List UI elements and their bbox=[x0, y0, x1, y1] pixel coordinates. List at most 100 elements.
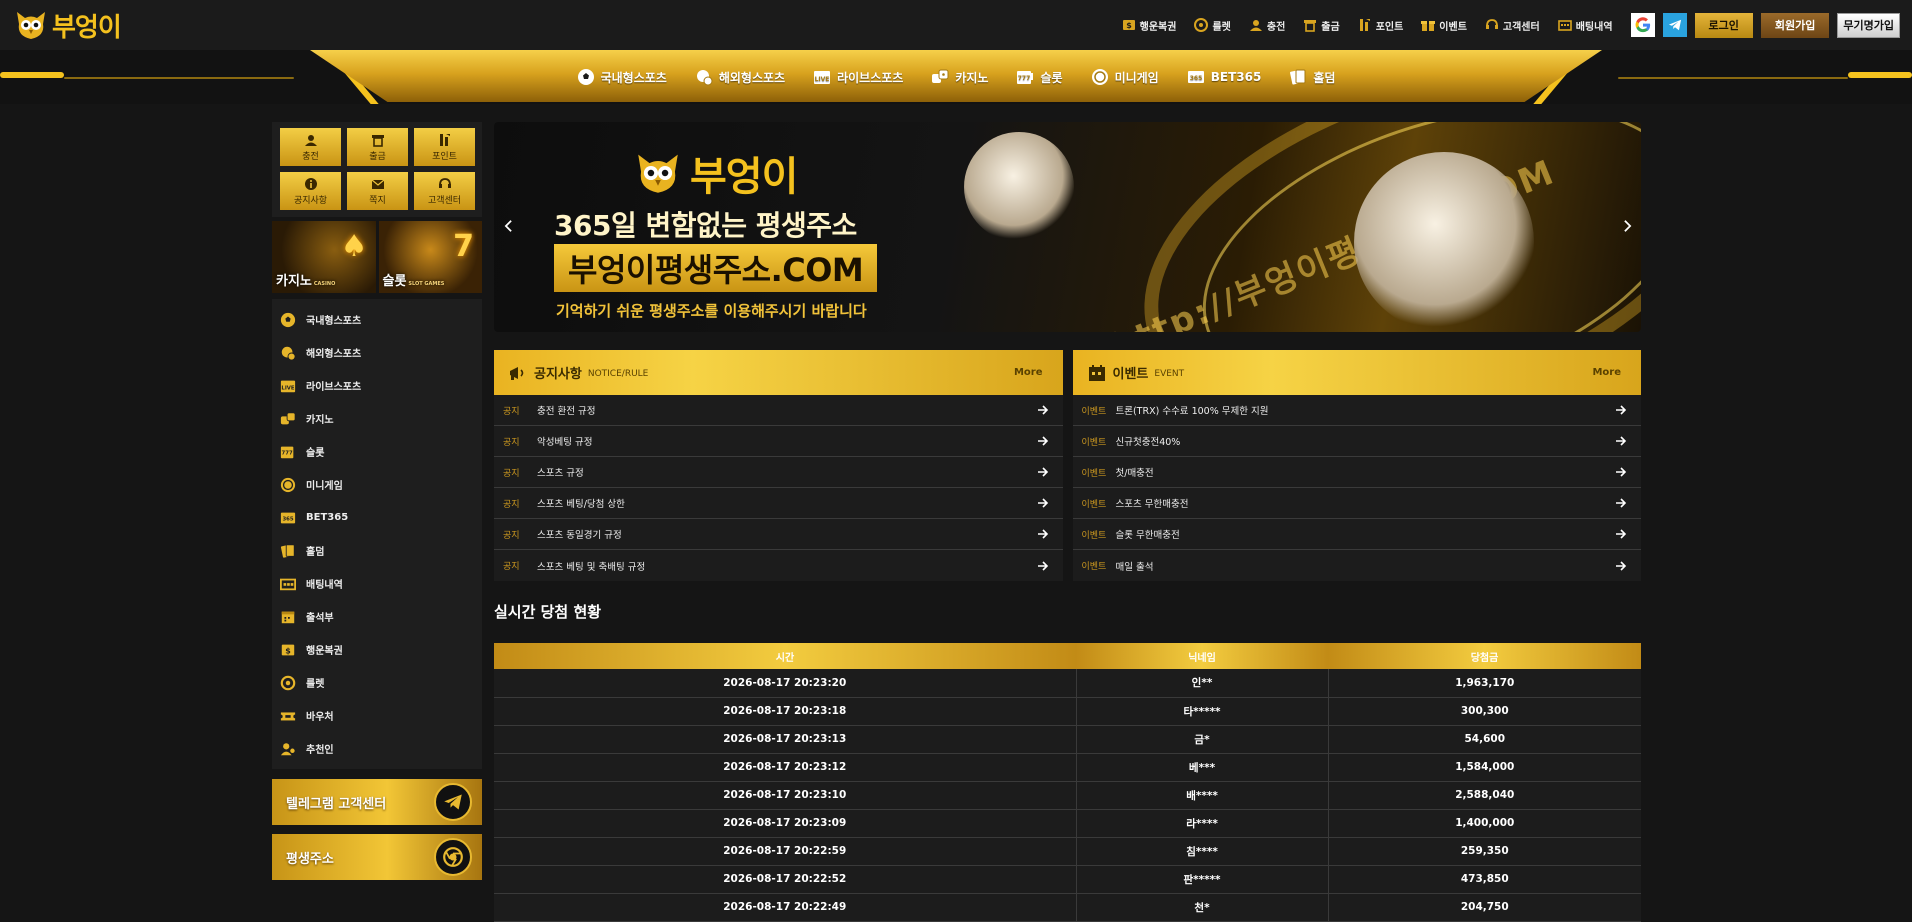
nav-label: 해외형스포츠 bbox=[718, 70, 786, 85]
sidebar-item-slot[interactable]: 777 슬롯 bbox=[272, 435, 482, 468]
calendar-event-icon bbox=[1087, 363, 1107, 383]
svg-text:777: 777 bbox=[282, 450, 293, 456]
nav-domestic-sports[interactable]: 국내형스포츠 bbox=[577, 68, 667, 86]
top-menu-deposit[interactable]: 충전 bbox=[1249, 18, 1285, 33]
owl-logo-icon bbox=[634, 151, 682, 195]
top-menu-withdraw[interactable]: 출금 bbox=[1303, 18, 1340, 33]
sidebar-item-holdem[interactable]: 홀덤 bbox=[272, 534, 482, 567]
slot-banner[interactable]: 7 슬롯 SLOT GAMES bbox=[378, 221, 482, 293]
hero-banner[interactable]: http://부엉이평생주소.COM 부엉이 365일 변함없는 평생주소 부엉… bbox=[494, 122, 1641, 332]
quick-notice-button[interactable]: 공지사항 bbox=[280, 172, 341, 210]
nav-live-sports[interactable]: LIVE 라이브스포츠 bbox=[813, 68, 903, 86]
notice-row[interactable]: 공지 스포츠 베팅/당첨 상한 bbox=[494, 488, 1063, 519]
signup-button[interactable]: 회원가입 bbox=[1760, 12, 1830, 38]
chevron-left-icon bbox=[504, 220, 512, 232]
sidebar-item-minigame[interactable]: 미니게임 bbox=[272, 468, 482, 501]
slot-seven-icon: 7 bbox=[453, 229, 474, 264]
sidebar-item-label: 배팅내역 bbox=[306, 580, 343, 591]
notice-more-link[interactable]: More bbox=[1014, 367, 1043, 378]
top-menu-support[interactable]: 고객센터 bbox=[1485, 18, 1540, 33]
notice-row[interactable]: 공지 스포츠 베팅 및 축배팅 규정 bbox=[494, 550, 1063, 581]
sidebar-item-casino[interactable]: 카지노 bbox=[272, 402, 482, 435]
event-more-link[interactable]: More bbox=[1592, 367, 1621, 378]
cell-nickname: 타***** bbox=[1075, 697, 1328, 726]
roulette-icon bbox=[280, 675, 296, 691]
event-row[interactable]: 이벤트 첫/매충전 bbox=[1072, 457, 1641, 488]
hero-prev-button[interactable] bbox=[500, 217, 516, 235]
event-row[interactable]: 이벤트 매일 출석 bbox=[1073, 550, 1642, 581]
sidebar-item-domestic-sports[interactable]: 국내형스포츠 bbox=[272, 303, 482, 336]
event-row[interactable]: 이벤트 트론(TRX) 수수료 100% 무제한 지원 bbox=[1072, 395, 1641, 426]
nav-overseas-sports[interactable]: 해외형스포츠 bbox=[695, 68, 785, 86]
top-menu-lottery[interactable]: $ 행운복권 bbox=[1122, 18, 1176, 33]
sidebar-item-betting-history[interactable]: 배팅내역 bbox=[272, 567, 482, 600]
top-menu-label: 고객센터 bbox=[1502, 21, 1540, 33]
sidebar-item-label: 룰렛 bbox=[306, 679, 325, 690]
coin-icon bbox=[1091, 68, 1109, 86]
globe-sports-icon bbox=[280, 345, 296, 361]
nav-bet365[interactable]: 365 BET365 bbox=[1187, 68, 1261, 86]
nav-items: 국내형스포츠 해외형스포츠 LIVE 라이브스포츠 카지노 777 슬롯 미니게… bbox=[0, 50, 1912, 104]
row-text: 스포츠 동일경기 규정 bbox=[537, 530, 622, 541]
nav-minigame[interactable]: 미니게임 bbox=[1091, 68, 1159, 86]
top-menu-label: 이벤트 bbox=[1439, 21, 1467, 33]
lottery-icon: $ bbox=[280, 642, 296, 658]
row-tag: 이벤트 bbox=[1081, 562, 1107, 572]
notice-row[interactable]: 공지 충전 환전 규정 bbox=[494, 395, 1063, 426]
sidebar-item-overseas-sports[interactable]: 해외형스포츠 bbox=[272, 336, 482, 369]
event-row[interactable]: 이벤트 신규첫충전40% bbox=[1072, 426, 1641, 457]
table-row: 2026-08-17 20:23:12 베*** 1,584,000 bbox=[494, 753, 1641, 782]
live-icon: LIVE bbox=[280, 378, 296, 394]
sidebar-item-lottery[interactable]: $ 행운복권 bbox=[272, 633, 482, 666]
nav-casino[interactable]: 카지노 bbox=[931, 68, 988, 86]
quick-message-button[interactable]: 쪽지 bbox=[347, 172, 408, 210]
coin-icon bbox=[280, 477, 296, 493]
sidebar-item-live-sports[interactable]: LIVE 라이브스포츠 bbox=[272, 369, 482, 402]
quick-label: 충전 bbox=[302, 151, 319, 162]
cell-nickname: 인** bbox=[1075, 669, 1328, 698]
row-text: 슬롯 무한매충전 bbox=[1115, 530, 1180, 541]
table-row: 2026-08-17 20:23:20 인** 1,963,170 bbox=[494, 669, 1641, 698]
event-row[interactable]: 이벤트 스포츠 무한매충전 bbox=[1072, 488, 1641, 519]
soccer-ball-icon bbox=[577, 68, 595, 86]
quick-deposit-button[interactable]: 충전 bbox=[280, 128, 341, 166]
table-row: 2026-08-17 20:22:49 천* 204,750 bbox=[494, 893, 1641, 922]
site-logo[interactable]: 부엉이 bbox=[14, 7, 122, 44]
nav-label: 홀덤 bbox=[1313, 70, 1336, 85]
permanent-address-banner[interactable]: 평생주소 bbox=[272, 834, 482, 880]
sidebar-item-bet365[interactable]: 365 BET365 bbox=[272, 501, 482, 534]
top-menu-event[interactable]: 이벤트 bbox=[1421, 18, 1467, 33]
hero-logo: 부엉이 bbox=[634, 144, 798, 202]
sidebar-item-referral[interactable]: 추천인 bbox=[272, 732, 482, 765]
event-row[interactable]: 이벤트 슬롯 무한매충전 bbox=[1072, 519, 1641, 550]
notice-row[interactable]: 공지 악성베팅 규정 bbox=[494, 426, 1063, 457]
sidebar-item-roulette[interactable]: 룰렛 bbox=[272, 666, 482, 699]
nav-holdem[interactable]: 홀덤 bbox=[1289, 68, 1335, 86]
casino-banner[interactable]: ♠ 카지노 CASINO bbox=[272, 221, 376, 293]
top-menu-label: 출금 bbox=[1321, 21, 1340, 33]
cell-time: 2026-08-17 20:23:13 bbox=[494, 725, 1076, 754]
anonymous-signup-button[interactable]: 무기명가입 bbox=[1837, 12, 1900, 38]
top-menu-roulette[interactable]: 룰렛 bbox=[1194, 18, 1231, 33]
quick-point-button[interactable]: 포인트 bbox=[414, 128, 475, 166]
sidebar-item-voucher[interactable]: 바우처 bbox=[272, 699, 482, 732]
nav-slot[interactable]: 777 슬롯 bbox=[1016, 68, 1063, 86]
notice-row[interactable]: 공지 스포츠 규정 bbox=[494, 457, 1063, 488]
quick-support-button[interactable]: 고객센터 bbox=[414, 172, 475, 210]
top-menu-history[interactable]: 배팅내역 bbox=[1557, 18, 1613, 33]
svg-text:LIVE: LIVE bbox=[281, 385, 295, 391]
notice-row[interactable]: 공지 스포츠 동일경기 규정 bbox=[494, 519, 1063, 550]
telegram-support-banner[interactable]: 텔레그램 고객센터 bbox=[272, 779, 482, 825]
hero-next-button[interactable] bbox=[1619, 217, 1635, 235]
game-banners: ♠ 카지노 CASINO 7 슬롯 SLOT GAMES bbox=[272, 221, 482, 293]
table-row: 2026-08-17 20:22:52 판***** 473,850 bbox=[494, 865, 1641, 894]
telegram-button[interactable] bbox=[1662, 13, 1687, 37]
google-login-button[interactable] bbox=[1630, 13, 1655, 37]
quick-label: 고객센터 bbox=[427, 195, 462, 206]
cell-time: 2026-08-17 20:23:09 bbox=[494, 809, 1076, 838]
quick-withdraw-button[interactable]: 출금 bbox=[347, 128, 408, 166]
sidebar-item-attendance[interactable]: 출석부 bbox=[272, 600, 482, 633]
event-board-subtitle: EVENT bbox=[1154, 368, 1185, 379]
login-button[interactable]: 로그인 bbox=[1694, 12, 1753, 38]
top-menu-point[interactable]: 포인트 bbox=[1358, 18, 1403, 33]
